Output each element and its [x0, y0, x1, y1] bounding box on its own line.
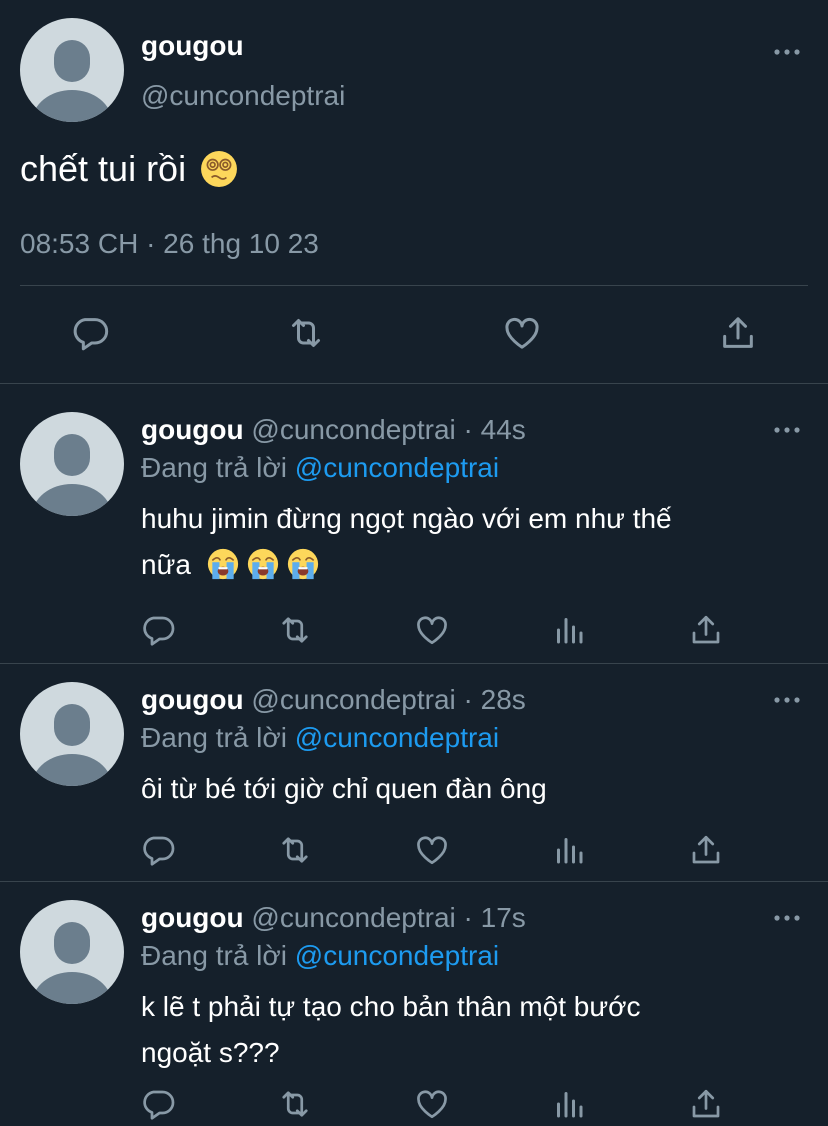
like-icon[interactable]: [414, 1086, 450, 1122]
replying-to: Đang trả lời @cuncondeptrai: [141, 452, 499, 484]
retweet-icon[interactable]: [277, 1086, 313, 1122]
like-icon[interactable]: [414, 832, 450, 868]
mention-link[interactable]: @cuncondeptrai: [295, 722, 499, 753]
reply-tweet[interactable]: gougou @cuncondeptrai · 44s Đang trả lời…: [0, 384, 828, 664]
dizzy-face-emoji: [200, 150, 238, 188]
tweet-header: gougou @cuncondeptrai · 28s: [141, 684, 526, 716]
display-name[interactable]: gougou: [141, 684, 244, 715]
separator-dot: ·: [463, 902, 473, 933]
avatar[interactable]: [20, 412, 124, 516]
replying-label: Đang trả lời: [141, 940, 287, 971]
reply-icon[interactable]: [140, 832, 176, 868]
tweet-header: gougou @cuncondeptrai · 17s: [141, 902, 526, 934]
tweet-timestamp[interactable]: 08:53 CH · 26 thg 10 23: [20, 228, 319, 260]
loudly-crying-face-emoji: [287, 548, 319, 580]
loudly-crying-face-emoji: [207, 548, 239, 580]
views-icon[interactable]: [551, 1086, 587, 1122]
tweet-text-content: nữa: [141, 549, 191, 580]
views-icon[interactable]: [551, 832, 587, 868]
more-options-icon[interactable]: [772, 420, 802, 440]
mention-link[interactable]: @cuncondeptrai: [295, 452, 499, 483]
reply-tweet[interactable]: gougou @cuncondeptrai · 17s Đang trả lời…: [0, 882, 828, 1126]
separator-dot: ·: [463, 414, 473, 445]
replying-label: Đang trả lời: [141, 452, 287, 483]
tweet-thread: gougou @cuncondeptrai chết tui rồi 08:53…: [0, 0, 828, 1126]
like-icon[interactable]: [502, 313, 542, 353]
avatar[interactable]: [20, 682, 124, 786]
more-options-icon[interactable]: [772, 908, 802, 928]
reply-icon[interactable]: [140, 1086, 176, 1122]
reply-icon[interactable]: [70, 313, 110, 353]
like-icon[interactable]: [414, 612, 450, 648]
display-name[interactable]: gougou: [141, 30, 244, 62]
replying-to: Đang trả lời @cuncondeptrai: [141, 940, 499, 972]
replying-to: Đang trả lời @cuncondeptrai: [141, 722, 499, 754]
share-icon[interactable]: [688, 612, 724, 648]
relative-time[interactable]: 44s: [481, 414, 526, 445]
tweet-text-line: ngoặt s???: [141, 1037, 280, 1068]
relative-time[interactable]: 28s: [481, 684, 526, 715]
avatar[interactable]: [20, 18, 124, 122]
share-icon[interactable]: [688, 1086, 724, 1122]
separator-dot: ·: [463, 684, 473, 715]
reply-icon[interactable]: [140, 612, 176, 648]
user-handle[interactable]: @cuncondeptrai: [251, 902, 455, 933]
avatar[interactable]: [20, 900, 124, 1004]
tweet-header: gougou @cuncondeptrai · 44s: [141, 414, 526, 446]
tweet-text-content: chết tui rồi: [20, 148, 187, 189]
tweet-text-line: nữa: [141, 542, 781, 588]
tweet-text: ôi từ bé tới giờ chỉ quen đàn ông: [141, 766, 781, 812]
display-name[interactable]: gougou: [141, 414, 244, 445]
tweet-text: chết tui rồi: [20, 148, 238, 190]
tweet-text: huhu jimin đừng ngọt ngào với em như thế…: [141, 496, 781, 588]
share-icon[interactable]: [718, 313, 758, 353]
relative-time[interactable]: 17s: [481, 902, 526, 933]
tweet-text-line: k lẽ t phải tự tạo cho bản thân một bước: [141, 991, 641, 1022]
more-options-icon[interactable]: [772, 690, 802, 710]
main-tweet: gougou @cuncondeptrai chết tui rồi 08:53…: [0, 0, 828, 384]
display-name[interactable]: gougou: [141, 902, 244, 933]
views-icon[interactable]: [551, 612, 587, 648]
tweet-text-line: ôi từ bé tới giờ chỉ quen đàn ông: [141, 773, 547, 804]
retweet-icon[interactable]: [286, 313, 326, 353]
tweet-text-line: huhu jimin đừng ngọt ngào với em như thế: [141, 503, 672, 534]
retweet-icon[interactable]: [277, 612, 313, 648]
user-handle[interactable]: @cuncondeptrai: [251, 414, 455, 445]
reply-tweet[interactable]: gougou @cuncondeptrai · 28s Đang trả lời…: [0, 664, 828, 882]
retweet-icon[interactable]: [277, 832, 313, 868]
share-icon[interactable]: [688, 832, 724, 868]
user-handle[interactable]: @cuncondeptrai: [141, 80, 345, 112]
loudly-crying-face-emoji: [247, 548, 279, 580]
divider: [20, 285, 808, 286]
replying-label: Đang trả lời: [141, 722, 287, 753]
user-handle[interactable]: @cuncondeptrai: [251, 684, 455, 715]
tweet-text: k lẽ t phải tự tạo cho bản thân một bước…: [141, 984, 781, 1076]
more-options-icon[interactable]: [772, 42, 802, 62]
mention-link[interactable]: @cuncondeptrai: [295, 940, 499, 971]
